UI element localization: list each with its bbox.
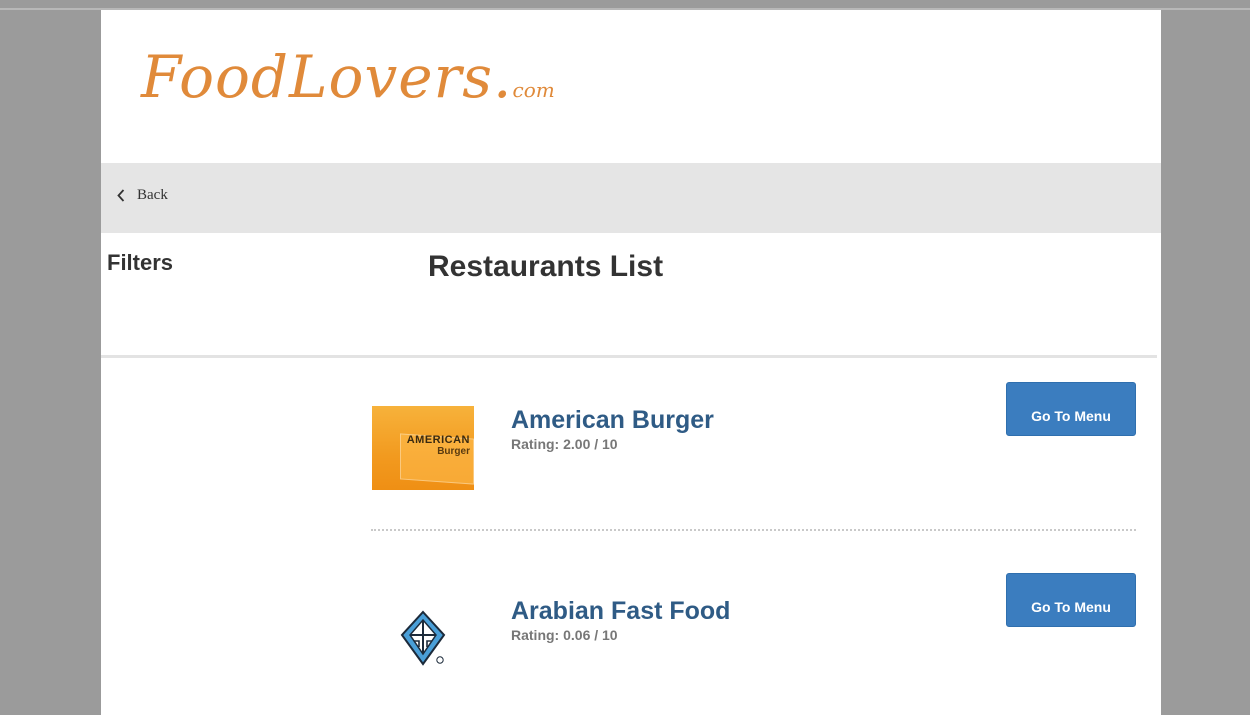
- restaurant-info: American Burger Rating: 2.00 / 10: [511, 406, 714, 452]
- filters-heading: Filters: [107, 250, 174, 275]
- arabian-fast-food-logo-icon: [400, 610, 446, 666]
- page-title: Restaurants List: [428, 250, 664, 283]
- go-to-menu-button[interactable]: Go To Menu: [1006, 382, 1136, 436]
- restaurant-info: Arabian Fast Food Rating: 0.06 / 10: [511, 597, 730, 643]
- back-label: Back: [137, 187, 168, 203]
- go-to-menu-button[interactable]: Go To Menu: [1006, 573, 1136, 627]
- back-link[interactable]: Back: [117, 187, 168, 204]
- restaurant-logo[interactable]: AMERICAN Burger: [372, 406, 474, 490]
- restaurant-rating: Rating: 0.06 / 10: [511, 627, 618, 643]
- american-burger-logo-image: AMERICAN Burger: [372, 406, 474, 490]
- restaurant-name[interactable]: American Burger: [511, 406, 714, 434]
- restaurant-name[interactable]: Arabian Fast Food: [511, 597, 730, 625]
- logo-text-line1: AMERICAN: [406, 434, 470, 446]
- restaurant-logo[interactable]: [372, 597, 474, 681]
- navigation-bar: Back: [101, 163, 1161, 233]
- chevron-left-icon: [117, 189, 125, 202]
- header: FoodLovers.com: [101, 10, 1161, 163]
- restaurant-separator: [371, 529, 1136, 531]
- site-logo[interactable]: FoodLovers.com: [141, 48, 555, 106]
- restaurant-item: Arabian Fast Food Rating: 0.06 / 10 Go T…: [371, 573, 1136, 715]
- restaurant-rating: Rating: 2.00 / 10: [511, 436, 618, 452]
- restaurant-item: AMERICAN Burger American Burger Rating: …: [371, 382, 1136, 532]
- logo-suffix-text: com: [512, 78, 555, 102]
- logo-text-line2: Burger: [437, 446, 470, 457]
- logo-main-text: FoodLovers.: [141, 43, 513, 111]
